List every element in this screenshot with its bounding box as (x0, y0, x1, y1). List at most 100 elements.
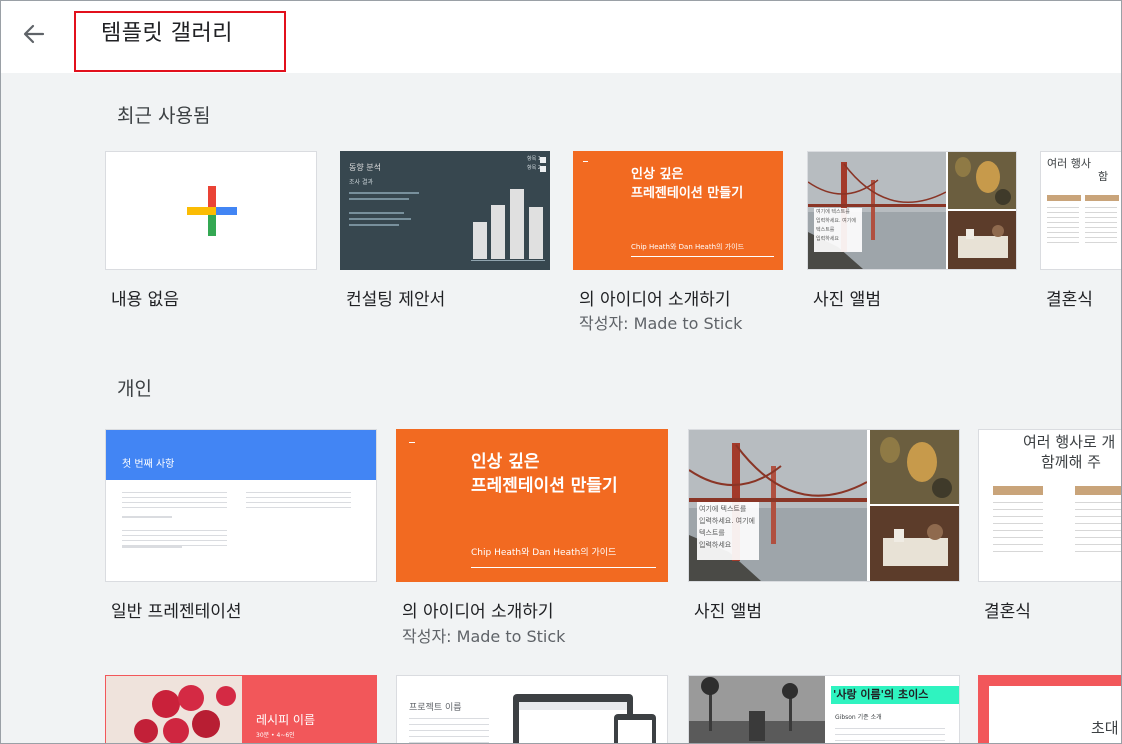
text-lines (1085, 207, 1117, 247)
column-header-bar (1075, 486, 1121, 495)
thumb-title: 첫 번째 사항 (122, 459, 175, 470)
template-card-photo-album-personal[interactable]: 여기에 텍스트를 입력하세요. 여기에 텍스트를 입력하세요 사진 앨범 (688, 429, 960, 622)
section-title-recent: 최근 사용됨 (117, 105, 211, 127)
legend-swatch (540, 166, 546, 172)
template-card-made-to-stick-personal[interactable]: 인상 깊은 프레젠테이션 만들기 Chip Heath와 Dan Heath의 … (396, 429, 668, 646)
cafe-photo-image (870, 506, 959, 581)
thumb-title: 프로젝트 이름 (409, 703, 462, 713)
palm-street-photo-image (689, 676, 825, 743)
thumb-title: 프레젠테이션 만들기 (631, 186, 744, 201)
thumb-subtitle: 조사 결과 (349, 179, 373, 186)
text-line (122, 516, 172, 518)
divider (631, 256, 774, 257)
template-thumbnail: 프로젝트 이름 (396, 675, 668, 743)
chart-bar (473, 222, 487, 259)
template-label: 의 아이디어 소개하기 (402, 602, 554, 622)
caption-line: 입력하세요. 여기에 (699, 517, 755, 525)
column-header-bar (993, 486, 1043, 495)
template-card-project[interactable]: 프로젝트 이름 (396, 675, 668, 743)
template-label: 사진 앨범 (694, 602, 762, 622)
template-label: 결혼식 (984, 602, 1031, 622)
caption-line: 텍스트를 (699, 529, 725, 537)
text-lines (1075, 502, 1121, 558)
template-thumbnail: 초대 (978, 675, 1121, 743)
template-card-choice[interactable]: '사랑 이름'의 초이스 Gibson 기준 소개 (688, 675, 960, 743)
page-title: 템플릿 갤러리 (101, 21, 233, 46)
template-card-wedding[interactable]: 여러 행사 함 결혼식 (1040, 151, 1121, 321)
template-label: 컨설팅 제안서 (346, 290, 446, 310)
caption-line: 여기에 텍스트를 (699, 505, 747, 513)
text-line (122, 546, 182, 548)
legend-item: 항목 1 (527, 156, 541, 162)
thumb-subtitle: Gibson 기준 소개 (835, 714, 882, 721)
legend-swatch (540, 157, 546, 163)
leaves-photo-image (948, 152, 1016, 209)
section-title-personal: 개인 (117, 378, 152, 400)
thumb-title: '사랑 이름'의 초이스 (833, 688, 929, 701)
text-lines (246, 492, 351, 508)
chart-axis (471, 260, 545, 261)
template-card-recipe[interactable]: 레시피 이름 30분 • 4~6인 (105, 675, 377, 743)
chart-bar (529, 207, 543, 259)
text-line (349, 192, 419, 194)
template-thumbnail: 인상 깊은 프레젠테이션 만들기 Chip Heath와 Dan Heath의 … (396, 429, 668, 582)
caption-line: 여기에 텍스트를 (816, 209, 850, 215)
leaves-photo-image (870, 430, 959, 504)
caption-line: 입력하세요 (699, 541, 732, 549)
text-lines (835, 728, 945, 743)
template-author: 작성자: Made to Stick (402, 627, 566, 646)
plus-icon (187, 186, 237, 236)
template-label: 결혼식 (1046, 290, 1093, 310)
thumb-title: 인상 깊은 (631, 167, 684, 182)
template-card-consulting[interactable]: 동향 분석 조사 결과 항목 1 항목 2 컨설팅 제안서 (340, 151, 550, 321)
text-lines (993, 502, 1043, 558)
template-thumbnail (105, 151, 317, 270)
caption-line: 텍스트를 (816, 227, 835, 233)
thumb-title: 레시피 이름 (256, 713, 316, 727)
text-lines (1047, 207, 1079, 247)
template-thumbnail: 여러 행사 함 (1040, 151, 1121, 270)
thumb-title: 초대 (1091, 719, 1119, 737)
thumb-title: 인상 깊은 (471, 452, 540, 472)
template-label: 의 아이디어 소개하기 (579, 290, 731, 310)
text-line (349, 218, 411, 220)
chart-bar (510, 189, 524, 259)
cafe-photo-image (948, 211, 1016, 269)
caption-line: 입력하세요. 여기에 (816, 218, 856, 224)
thumb-title: 프레젠테이션 만들기 (471, 476, 618, 496)
divider (471, 567, 656, 568)
template-thumbnail: 동향 분석 조사 결과 항목 1 항목 2 (340, 151, 550, 270)
caption-box: 여기에 텍스트를 입력하세요. 여기에 텍스트를 입력하세요 (697, 502, 759, 560)
text-lines (122, 492, 227, 508)
raspberry-photo-image (106, 676, 242, 743)
text-line (349, 198, 409, 200)
chart-bar (491, 205, 505, 259)
accent-dash (583, 161, 588, 162)
thumb-subtitle: Chip Heath와 Dan Heath의 가이드 (471, 548, 617, 558)
template-card-general[interactable]: 첫 번째 사항 일반 프레젠테이션 (105, 429, 377, 622)
text-line (349, 212, 404, 214)
caption-line: 입력하세요 (816, 236, 840, 242)
template-card-photo-album[interactable]: 여기에 텍스트를 입력하세요. 여기에 텍스트를 입력하세요 사진 앨범 (807, 151, 1017, 321)
template-thumbnail: 인상 깊은 프레젠테이션 만들기 Chip Heath와 Dan Heath의 … (573, 151, 783, 270)
template-card-wedding-personal[interactable]: 여러 행사로 개 함께해 주 결혼식 (978, 429, 1121, 622)
template-card-blank[interactable]: 내용 없음 (105, 151, 317, 321)
text-line (349, 224, 399, 226)
template-label: 내용 없음 (111, 290, 179, 310)
template-card-made-to-stick[interactable]: 인상 깊은 프레젠테이션 만들기 Chip Heath와 Dan Heath의 … (573, 151, 785, 336)
template-thumbnail: 첫 번째 사항 (105, 429, 377, 582)
gallery-content: 최근 사용됨 내용 없음 동향 분석 조사 결과 항목 1 항목 2 컨설팅 제… (1, 73, 1121, 743)
accent-dash (409, 442, 415, 443)
template-card-invitation[interactable]: 초대 (978, 675, 1121, 743)
caption-box: 여기에 텍스트를 입력하세요. 여기에 텍스트를 입력하세요 (814, 208, 862, 252)
thumb-title: 여러 행사로 개 (1023, 433, 1116, 451)
thumb-title: 함 (1098, 170, 1109, 183)
text-lines (122, 530, 227, 546)
thumb-subtitle: 30분 • 4~6인 (256, 732, 295, 739)
blue-header-band (106, 430, 376, 480)
column-header-bar (1047, 195, 1081, 201)
thumb-title: 동향 분석 (349, 163, 381, 172)
back-button[interactable] (19, 19, 49, 49)
template-thumbnail: 여기에 텍스트를 입력하세요. 여기에 텍스트를 입력하세요 (807, 151, 1017, 270)
column-header-bar (1085, 195, 1119, 201)
